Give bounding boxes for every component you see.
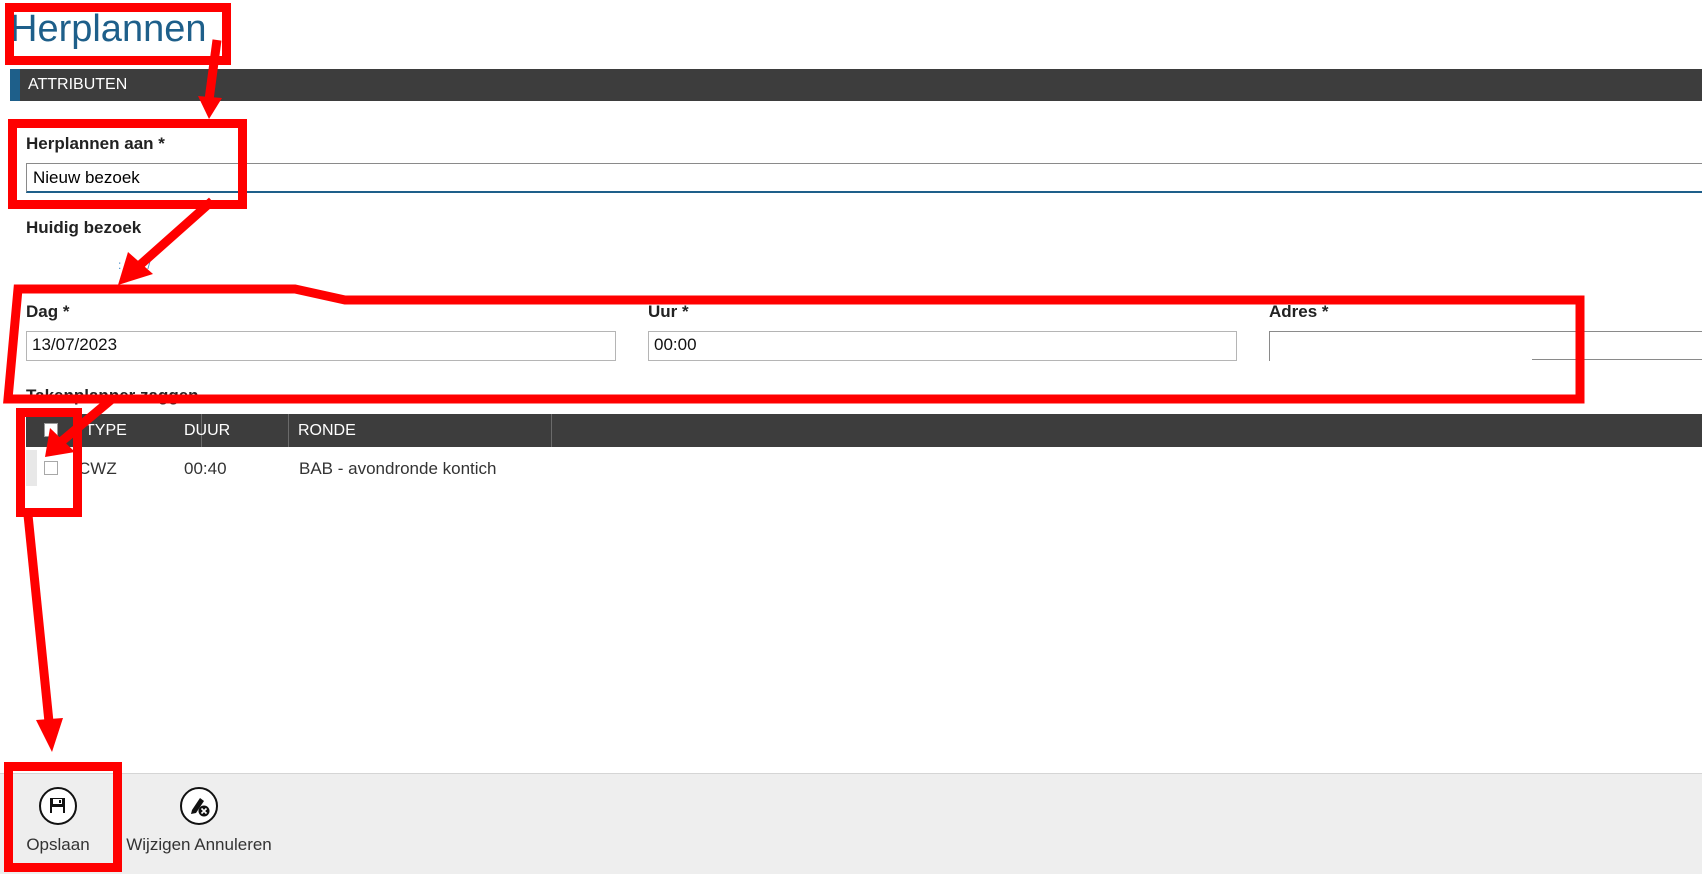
- select-all-checkbox[interactable]: [44, 423, 58, 437]
- herplannen-aan-label: Herplannen aan *: [26, 134, 165, 153]
- save-button-label: Opslaan: [26, 835, 90, 854]
- save-button[interactable]: Opslaan: [26, 787, 90, 855]
- floppy-disk-icon: [39, 787, 77, 825]
- herplannen-aan-select[interactable]: Nieuw bezoek: [26, 163, 1702, 193]
- cell-duur: 00:40: [184, 459, 227, 478]
- table-header: TYPE DUUR RONDE: [26, 414, 1702, 447]
- adres-underline: [1532, 359, 1702, 360]
- adres-label: Adres *: [1269, 302, 1329, 321]
- row-checkbox[interactable]: [44, 461, 58, 475]
- arrow-head-4: [36, 718, 63, 752]
- cancel-edit-button-label: Wijzigen Annuleren: [126, 835, 272, 854]
- cancel-edit-button[interactable]: Wijzigen Annuleren: [124, 787, 274, 855]
- dag-label: Dag *: [26, 302, 70, 321]
- section-header-label: ATTRIBUTEN: [28, 76, 128, 93]
- edit-cancel-icon: [180, 787, 218, 825]
- huidig-bezoek-link[interactable]: : , /: [118, 258, 155, 272]
- uur-label: Uur *: [648, 302, 689, 321]
- uur-input[interactable]: 00:00: [648, 331, 1237, 361]
- cell-type: CWZ: [78, 459, 117, 478]
- section-header-attributen: ATTRIBUTEN: [10, 69, 1702, 101]
- column-header-ronde[interactable]: RONDE: [289, 414, 552, 447]
- bottom-toolbar: Opslaan Wijzigen Annuleren: [0, 773, 1702, 874]
- cell-ronde: BAB - avondronde kontich: [299, 459, 497, 478]
- page-title: Herplannen: [10, 8, 207, 50]
- row-stripe: [26, 450, 37, 486]
- adres-input[interactable]: [1269, 331, 1702, 361]
- takenplanner-label: Takenplanner zaggen: [26, 386, 199, 405]
- arrow-herplannen-to-fields: [137, 197, 215, 269]
- column-header-duur[interactable]: DUUR: [175, 414, 289, 447]
- arrow-checkbox-to-save: [23, 514, 54, 723]
- huidig-bezoek-label: Huidig bezoek: [26, 218, 142, 237]
- dag-input[interactable]: 13/07/2023: [26, 331, 616, 361]
- table-row[interactable]: CWZ 00:40 BAB - avondronde kontich: [26, 450, 1702, 486]
